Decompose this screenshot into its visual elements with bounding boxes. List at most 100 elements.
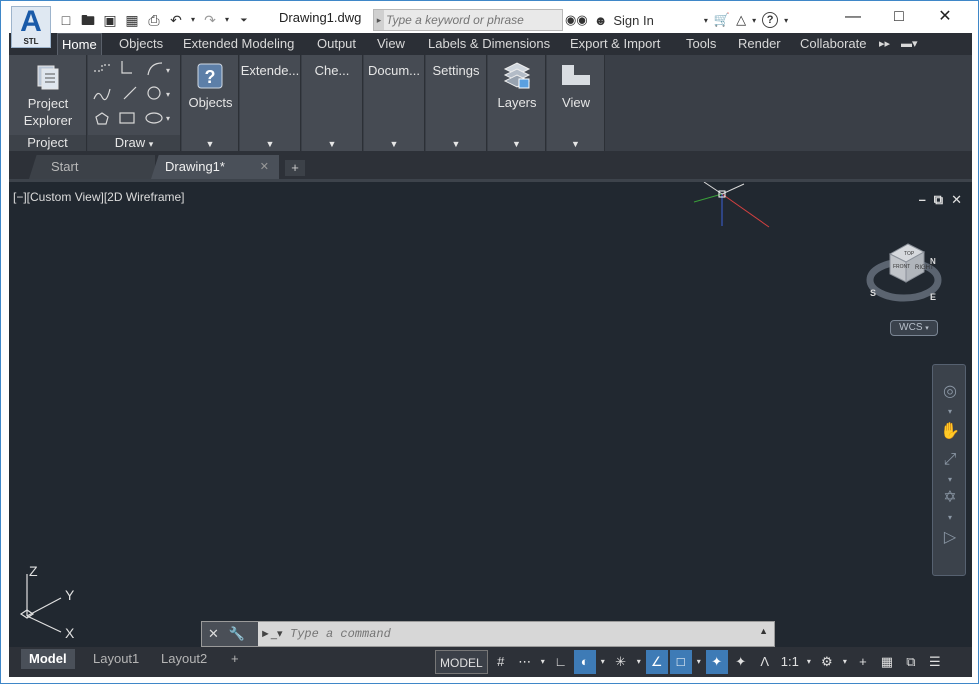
customize-qat-icon[interactable]: ⏷: [235, 11, 253, 29]
extended-dropdown-icon[interactable]: ▼: [240, 139, 300, 149]
snap-icon[interactable]: ⋯: [514, 650, 536, 674]
help-dropdown-icon[interactable]: ▾: [784, 16, 788, 25]
tab-export-import[interactable]: Export & Import: [566, 33, 664, 55]
drawing-area[interactable]: [−][Custom View][2D Wireframe] – ⧉ ✕ RIG…: [9, 179, 972, 647]
steering-dropdown-icon[interactable]: ▾: [939, 401, 961, 423]
tab-extended-modeling[interactable]: Extended Modeling: [179, 33, 298, 55]
file-tab-start[interactable]: Start: [29, 155, 155, 179]
orbit-icon[interactable]: ✡: [939, 487, 961, 509]
binoculars-icon[interactable]: ◉◉: [565, 12, 588, 28]
search-box[interactable]: ▸: [373, 9, 563, 31]
grid-icon[interactable]: #: [490, 650, 512, 674]
exchange-dropdown-icon[interactable]: ▾: [752, 16, 756, 25]
steering-wheel-icon[interactable]: ◎: [939, 381, 961, 403]
open-folder-icon[interactable]: 🖿: [79, 11, 97, 29]
tab-home[interactable]: Home: [57, 33, 102, 55]
layers-dropdown-icon[interactable]: ▼: [488, 139, 545, 149]
polar-dropdown-icon[interactable]: ▾: [598, 650, 608, 674]
layers-icon[interactable]: [501, 59, 533, 94]
tab-labels-dimensions[interactable]: Labels & Dimensions: [424, 33, 554, 55]
new-tab-button[interactable]: +: [285, 160, 305, 176]
autodesk-exchange-icon[interactable]: △: [736, 12, 746, 28]
command-prompt-icon[interactable]: ►_▾: [260, 625, 288, 643]
orbit-dropdown-icon[interactable]: ▾: [939, 507, 961, 529]
save-as-icon[interactable]: ▦: [123, 11, 141, 29]
minimize-icon[interactable]: —: [830, 3, 876, 31]
snap-dropdown-icon[interactable]: ▾: [538, 650, 548, 674]
tab-collaborate[interactable]: Collaborate: [796, 33, 871, 55]
units-icon[interactable]: ▦: [876, 650, 898, 674]
customize-wrench-icon[interactable]: 🔧: [229, 626, 245, 641]
redo-dropdown-icon[interactable]: ▾: [223, 11, 231, 29]
undo-icon[interactable]: ↶: [167, 11, 185, 29]
draw-dropdown-icon[interactable]: ▾: [149, 139, 154, 149]
ortho-icon[interactable]: ∟: [550, 650, 572, 674]
cart-icon[interactable]: 🛒: [714, 12, 730, 28]
tab-objects[interactable]: Objects: [115, 33, 167, 55]
project-explorer-icon[interactable]: [34, 63, 62, 94]
settings-dropdown-icon[interactable]: ▼: [426, 139, 486, 149]
layout-tab-layout1[interactable]: Layout1: [85, 649, 147, 669]
customization-menu-icon[interactable]: ☰: [924, 650, 946, 674]
help-icon[interactable]: ?: [762, 12, 779, 28]
print-icon[interactable]: ⎙: [145, 11, 163, 29]
command-history-icon[interactable]: ▲: [759, 626, 768, 636]
annotation-monitor-icon[interactable]: +: [852, 650, 874, 674]
viewport-minimize-icon[interactable]: –: [919, 192, 926, 208]
view-icon[interactable]: [560, 61, 592, 92]
panel-label-draw[interactable]: Draw ▾: [88, 135, 180, 151]
tab-tools[interactable]: Tools: [682, 33, 720, 55]
objects-button[interactable]: Objects: [182, 95, 239, 110]
document-dropdown-icon[interactable]: ▼: [364, 139, 424, 149]
close-tab-icon[interactable]: ✕: [260, 155, 269, 179]
scale-dropdown-icon[interactable]: ▾: [804, 650, 814, 674]
sign-in-button[interactable]: Sign In: [613, 13, 653, 28]
pan-hand-icon[interactable]: ✋: [939, 421, 961, 443]
object-snap-dropdown-icon[interactable]: ▾: [694, 650, 704, 674]
layers-button[interactable]: Layers: [488, 95, 546, 110]
tab-output[interactable]: Output: [313, 33, 360, 55]
isodraft-icon[interactable]: ✳: [610, 650, 632, 674]
close-command-line-icon[interactable]: ✕: [208, 626, 219, 641]
check-panel-title[interactable]: Che...: [302, 63, 362, 78]
annotation-visibility-icon[interactable]: ✦: [705, 650, 728, 674]
application-menu-button[interactable]: A STL: [11, 6, 51, 48]
layout-tab-layout2[interactable]: Layout2: [153, 649, 215, 669]
showmotion-icon[interactable]: ▷: [939, 527, 961, 549]
save-icon[interactable]: ▣: [101, 11, 119, 29]
wcs-menu[interactable]: WCS ▾: [890, 320, 938, 336]
command-input[interactable]: [290, 625, 750, 643]
workspace-gear-icon[interactable]: ⚙: [816, 650, 838, 674]
object-snap-tracking-icon[interactable]: ∠: [645, 650, 668, 674]
annotation-scale-icon[interactable]: Λ: [754, 650, 776, 674]
viewport-controls-label[interactable]: [−][Custom View][2D Wireframe]: [13, 190, 185, 204]
settings-panel-title[interactable]: Settings: [426, 63, 486, 78]
polar-tracking-icon[interactable]: ◐: [573, 650, 596, 674]
viewport-close-icon[interactable]: ✕: [951, 192, 962, 208]
undo-dropdown-icon[interactable]: ▾: [189, 11, 197, 29]
layout-tab-model[interactable]: Model: [21, 649, 75, 669]
fullscreen-icon[interactable]: ⧉: [900, 650, 922, 674]
extended-panel-title[interactable]: Extende...: [240, 63, 300, 78]
redo-icon[interactable]: ↷: [201, 11, 219, 29]
view-button[interactable]: View: [547, 95, 605, 110]
object-snap-icon[interactable]: □: [669, 650, 692, 674]
project-explorer-button[interactable]: Project Explorer: [9, 95, 87, 129]
auto-scale-icon[interactable]: ✦: [730, 650, 752, 674]
view-dropdown-icon[interactable]: ▼: [547, 139, 604, 149]
zoom-extents-icon[interactable]: ⤢: [939, 449, 961, 471]
add-layout-button[interactable]: +: [223, 649, 247, 669]
close-icon[interactable]: ✕: [922, 3, 968, 31]
more-tabs-icon[interactable]: ▸▸: [875, 33, 894, 55]
search-expand-icon[interactable]: ▸: [374, 10, 384, 30]
document-panel-title[interactable]: Docum...: [364, 63, 424, 78]
objects-help-icon[interactable]: ?: [195, 61, 225, 94]
check-dropdown-icon[interactable]: ▼: [302, 139, 362, 149]
viewport-restore-icon[interactable]: ⧉: [934, 192, 943, 208]
workspace-dropdown-icon[interactable]: ▾: [840, 650, 850, 674]
search-input[interactable]: [386, 11, 560, 29]
annotation-scale-value[interactable]: 1:1: [778, 650, 802, 674]
ribbon-minimize-icon[interactable]: ▬▾: [897, 33, 922, 55]
sign-in-dropdown-icon[interactable]: ▾: [704, 16, 708, 25]
new-file-icon[interactable]: □: [57, 11, 75, 29]
